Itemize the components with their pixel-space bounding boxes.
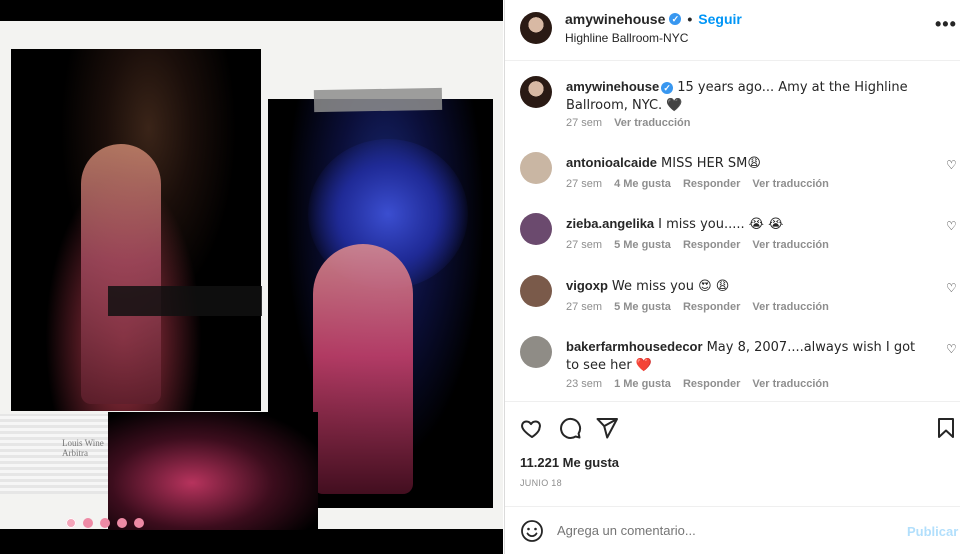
like-heart-icon[interactable]: [520, 416, 544, 440]
post-header: amywinehouse ✓ • Seguir Highline Ballroo…: [505, 0, 960, 61]
carousel-indicator: [66, 518, 144, 528]
translate-link[interactable]: Ver traducción: [614, 117, 690, 129]
reply-button[interactable]: Responder: [683, 378, 740, 390]
comment-text: We miss you 😍 😩: [611, 279, 730, 294]
post-date[interactable]: JUNIO 18: [520, 478, 562, 488]
comment-meta: 27 sem 5 Me gusta Responder Ver traducci…: [566, 239, 829, 251]
carousel-dot[interactable]: [83, 518, 93, 528]
reply-button[interactable]: Responder: [683, 301, 740, 313]
newspaper-text: Louis Wine Arbitra: [62, 438, 104, 458]
verified-badge-icon: ✓: [661, 82, 674, 94]
photo-collage: Louis Wine Arbitra: [0, 21, 503, 530]
emoji-smile-icon[interactable]: [520, 519, 544, 543]
timestamp[interactable]: 27 sem: [566, 117, 602, 129]
timestamp[interactable]: 27 sem: [566, 301, 602, 313]
add-comment-bar: Publicar: [505, 506, 960, 555]
likes-count[interactable]: 5 Me gusta: [614, 301, 671, 313]
newspaper-clipping: Louis Wine Arbitra: [0, 414, 108, 494]
likes-count[interactable]: 1 Me gusta: [614, 378, 671, 390]
comment-bubble-icon[interactable]: [558, 416, 582, 440]
timestamp[interactable]: 27 sem: [566, 178, 602, 190]
heart-icon[interactable]: ♡: [946, 158, 957, 172]
reply-button[interactable]: Responder: [683, 178, 740, 190]
avatar[interactable]: [520, 12, 552, 44]
translate-link[interactable]: Ver traducción: [752, 178, 828, 190]
avatar[interactable]: [520, 152, 552, 184]
avatar[interactable]: [520, 275, 552, 307]
post-media[interactable]: Louis Wine Arbitra: [0, 0, 503, 554]
comment-text: I miss you..... 😭 😭: [658, 217, 784, 232]
likes-count[interactable]: 11.221 Me gusta: [520, 455, 619, 470]
more-options-icon[interactable]: •••: [935, 14, 957, 35]
translate-link[interactable]: Ver traducción: [752, 378, 828, 390]
heart-icon[interactable]: ♡: [946, 281, 957, 295]
comment-meta: 23 sem 1 Me gusta Responder Ver traducci…: [566, 378, 829, 390]
comment-text: MISS HER SM😩: [661, 156, 761, 171]
likes-count[interactable]: 4 Me gusta: [614, 178, 671, 190]
avatar[interactable]: [520, 76, 552, 108]
heart-icon[interactable]: ♡: [946, 342, 957, 356]
translate-link[interactable]: Ver traducción: [752, 239, 828, 251]
action-bar: [505, 401, 960, 454]
location-link[interactable]: Highline Ballroom-NYC: [565, 31, 688, 45]
carousel-dot[interactable]: [134, 518, 144, 528]
comment-username[interactable]: vigoxp: [566, 278, 608, 293]
timestamp[interactable]: 27 sem: [566, 239, 602, 251]
tape-strip: [313, 87, 443, 113]
photo-singing: [11, 49, 261, 411]
tape-strip: [108, 286, 262, 316]
verified-badge-icon: ✓: [669, 13, 682, 25]
comment-username[interactable]: bakerfarmhousedecor: [566, 339, 703, 354]
follow-button[interactable]: Seguir: [698, 11, 742, 27]
timestamp[interactable]: 23 sem: [566, 378, 602, 390]
heart-icon[interactable]: ♡: [946, 219, 957, 233]
caption-username[interactable]: amywinehouse: [566, 79, 659, 94]
save-bookmark-icon[interactable]: [934, 416, 958, 440]
comment-username[interactable]: zieba.angelika: [566, 216, 654, 231]
avatar[interactable]: [520, 213, 552, 245]
carousel-dot[interactable]: [117, 518, 127, 528]
separator: •: [687, 11, 693, 27]
share-send-icon[interactable]: [595, 416, 619, 440]
comment-input[interactable]: [557, 523, 857, 538]
avatar[interactable]: [520, 336, 552, 368]
comments-list[interactable]: amywinehouse ✓ 15 years ago... Amy at the …: [505, 60, 960, 401]
author-username[interactable]: amywinehouse: [565, 11, 665, 27]
carousel-dot[interactable]: [100, 518, 110, 528]
post-panel: amywinehouse ✓ • Seguir Highline Ballroo…: [504, 0, 960, 554]
comment-meta: 27 sem 4 Me gusta Responder Ver traducci…: [566, 178, 829, 190]
reply-button[interactable]: Responder: [683, 239, 740, 251]
translate-link[interactable]: Ver traducción: [752, 301, 828, 313]
publish-button[interactable]: Publicar: [907, 524, 958, 539]
caption-meta: 27 sem Ver traducción: [566, 117, 691, 129]
likes-count[interactable]: 5 Me gusta: [614, 239, 671, 251]
comment-meta: 27 sem 5 Me gusta Responder Ver traducci…: [566, 301, 829, 313]
carousel-dot[interactable]: [66, 518, 76, 528]
photo-bottom: [108, 412, 318, 530]
comment-username[interactable]: antonioalcaide: [566, 155, 657, 170]
